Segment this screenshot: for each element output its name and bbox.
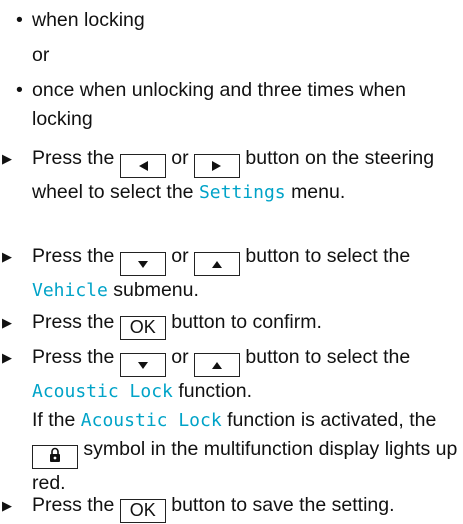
lock-symbol-icon [32, 445, 78, 469]
acoustic-lock-function-name: Acoustic Lock [80, 410, 222, 431]
bullet-dot: • [16, 79, 23, 101]
ok-key: OK [119, 499, 166, 523]
bullet-dot: • [16, 9, 23, 31]
step-arrow-icon: ▶ [2, 151, 12, 166]
bullet-when-locking: • when locking [0, 6, 463, 35]
bullet-unlocking-locking: • once when unlocking and three times wh… [0, 76, 463, 134]
bullet-text: once when unlocking and three times when… [32, 79, 406, 130]
step-select-vehicle: ▶ Press the or button to select the Vehi… [0, 242, 463, 305]
step-confirm: ▶ Press the OK button to confirm. [0, 308, 463, 340]
step-arrow-icon: ▶ [2, 249, 12, 264]
step-arrow-icon: ▶ [2, 498, 12, 513]
bullet-text: when locking [32, 9, 145, 31]
step-save: ▶ Press the OK button to save the settin… [0, 491, 463, 523]
acoustic-lock-function-name: Acoustic Lock [32, 381, 173, 402]
settings-menu-name: Settings [198, 182, 286, 203]
step-arrow-icon: ▶ [2, 350, 12, 365]
up-arrow-key [193, 353, 240, 377]
vehicle-submenu-name: Vehicle [32, 280, 108, 301]
left-arrow-key [119, 154, 166, 178]
right-arrow-key [193, 154, 240, 178]
up-arrow-key [193, 252, 240, 276]
step-select-acoustic-lock: ▶ Press the or button to select the Acou… [0, 343, 463, 498]
down-arrow-key [119, 252, 166, 276]
step-select-settings: ▶ Press the or button on the steering wh… [0, 144, 463, 207]
or-text: or [32, 44, 50, 66]
ok-key: OK [119, 316, 166, 340]
step-arrow-icon: ▶ [2, 315, 12, 330]
down-arrow-key [119, 353, 166, 377]
